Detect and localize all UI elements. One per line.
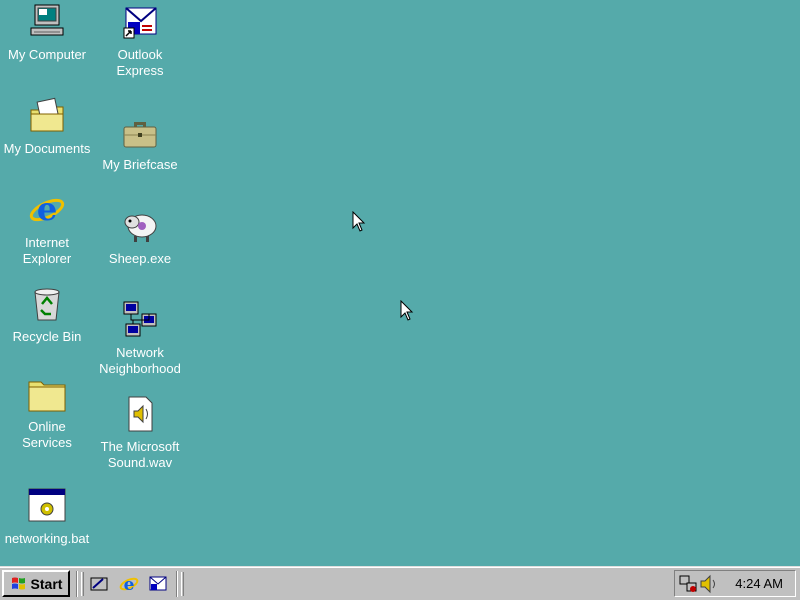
- desktop-icon-label: Sheep.exe: [108, 251, 172, 266]
- folder-icon: [27, 374, 67, 414]
- sheep-icon: [120, 206, 160, 246]
- desktop-icon-my-documents[interactable]: My Documents: [0, 96, 94, 157]
- desktop-icon-label: The Microsoft Sound.wav: [100, 439, 180, 470]
- network-status-icon[interactable]: [679, 574, 699, 594]
- taskbar-separator: [76, 571, 78, 597]
- desktop-icon-label: Online Services: [22, 419, 72, 450]
- desktop-icon-microsoft-sound[interactable]: The Microsoft Sound.wav: [93, 394, 187, 471]
- desktop-icon-label: My Briefcase: [102, 157, 178, 172]
- show-desktop-icon[interactable]: [88, 573, 110, 595]
- desktop-icon-label: My Computer: [7, 47, 87, 62]
- desktop-icon-recycle-bin[interactable]: Recycle Bin: [0, 284, 94, 345]
- desktop-icon-label: Outlook Express: [116, 47, 164, 78]
- internet-explorer-icon: e: [27, 190, 67, 230]
- start-label: Start: [30, 575, 63, 592]
- documents-folder-icon: [27, 96, 67, 136]
- svg-text:e: e: [124, 575, 135, 594]
- windows-logo-icon: [11, 577, 25, 589]
- quick-launch-grip[interactable]: [81, 572, 84, 596]
- desktop-icon-label: networking.bat: [4, 531, 90, 546]
- volume-icon[interactable]: [699, 574, 719, 594]
- outlook-express-icon[interactable]: [147, 573, 169, 595]
- internet-explorer-icon[interactable]: e: [118, 573, 140, 595]
- desktop[interactable]: My Computer Outlook Express My Documents: [0, 0, 800, 566]
- svg-text:e: e: [37, 190, 57, 228]
- desktop-icon-internet-explorer[interactable]: e Internet Explorer: [0, 190, 94, 267]
- briefcase-icon: [120, 112, 160, 152]
- desktop-icon-my-briefcase[interactable]: My Briefcase: [93, 112, 187, 173]
- desktop-icon-online-services[interactable]: Online Services: [0, 374, 94, 451]
- recycle-bin-icon: [27, 284, 67, 324]
- sound-file-icon: [120, 394, 160, 434]
- desktop-icon-label: Network Neighborhood: [99, 345, 181, 376]
- desktop-icon-networking-bat[interactable]: networking.bat: [0, 486, 94, 547]
- taskbar: Start e 4:24 AM: [0, 566, 800, 600]
- desktop-icon-network-neighborhood[interactable]: Network Neighborhood: [93, 300, 187, 377]
- batch-file-icon: [27, 486, 67, 526]
- mouse-cursor-icon: [352, 211, 366, 232]
- desktop-icon-label: Internet Explorer: [22, 235, 72, 266]
- desktop-icon-label: Recycle Bin: [12, 329, 82, 344]
- task-area-grip[interactable]: [181, 572, 184, 596]
- desktop-icon-outlook-express[interactable]: Outlook Express: [93, 2, 187, 79]
- taskbar-separator: [176, 571, 178, 597]
- start-button[interactable]: Start: [2, 570, 70, 597]
- outlook-express-icon: [120, 2, 160, 42]
- desktop-icon-sheep[interactable]: Sheep.exe: [93, 206, 187, 267]
- network-icon: [120, 300, 160, 340]
- system-tray: 4:24 AM: [674, 570, 796, 597]
- desktop-icon-my-computer[interactable]: My Computer: [0, 2, 94, 63]
- desktop-icon-label: My Documents: [3, 141, 91, 156]
- computer-icon: [27, 2, 67, 42]
- mouse-cursor-icon: [400, 300, 414, 321]
- clock[interactable]: 4:24 AM: [735, 576, 783, 591]
